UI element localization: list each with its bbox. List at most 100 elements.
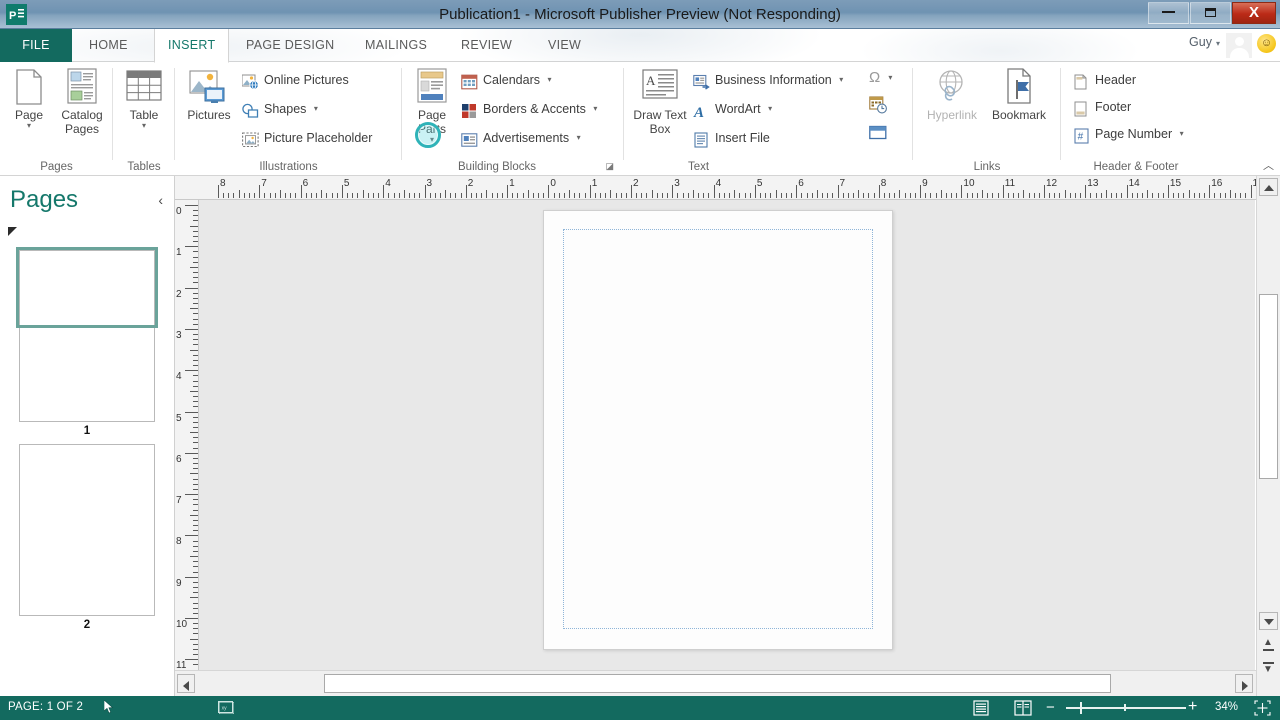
borders-accents-button[interactable]: Borders & Accents ▾ xyxy=(461,95,597,123)
page-indicator[interactable]: PAGE: 1 OF 2 xyxy=(8,701,83,713)
single-page-view-button[interactable] xyxy=(970,699,992,717)
calendars-button[interactable]: Calendars ▾ xyxy=(461,66,551,94)
account-name[interactable]: Guy▾ xyxy=(1189,35,1220,49)
scroll-down-button[interactable] xyxy=(1259,612,1278,630)
bookmark-button[interactable]: Bookmark xyxy=(984,66,1054,122)
zoom-in-button[interactable]: + xyxy=(1188,699,1197,715)
chevron-down-icon: ▾ xyxy=(404,136,460,144)
previous-page-button[interactable]: ▲ xyxy=(1263,638,1274,651)
insert-file-button[interactable]: Insert File xyxy=(693,124,770,152)
ruler-minor-tick xyxy=(233,193,234,198)
calendars-label: Calendars xyxy=(483,73,540,87)
ruler-tick xyxy=(1003,185,1004,198)
ruler-minor-tick xyxy=(347,193,348,198)
vertical-scroll-thumb[interactable] xyxy=(1259,294,1278,479)
two-page-spread-view-button[interactable] xyxy=(1012,699,1034,717)
ruler-label: 9 xyxy=(922,179,928,189)
zoom-level-label[interactable]: 34% xyxy=(1215,701,1238,713)
ruler-minor-tick xyxy=(1008,193,1009,198)
horizontal-scroll-thumb[interactable] xyxy=(324,674,1111,693)
tab-file[interactable]: FILE xyxy=(0,29,72,62)
ruler-minor-tick xyxy=(190,556,198,557)
header-button[interactable]: Header xyxy=(1073,66,1136,94)
collapse-pages-panel-button[interactable]: ‹ xyxy=(158,192,163,208)
tab-mailings[interactable]: MAILINGS xyxy=(352,29,440,62)
ruler-minor-tick xyxy=(193,633,198,634)
table-button-label: Table xyxy=(117,108,171,122)
ruler-minor-tick xyxy=(528,190,529,198)
tab-home[interactable]: HOME xyxy=(76,29,141,62)
chevron-down-icon: ▾ xyxy=(593,104,597,113)
ruler-minor-tick xyxy=(409,193,410,198)
ruler-minor-tick xyxy=(311,193,312,198)
scroll-left-button[interactable] xyxy=(177,674,195,693)
page-sheet[interactable] xyxy=(543,210,893,650)
fit-page-button[interactable] xyxy=(1254,700,1271,719)
group-label-text: Text xyxy=(554,161,843,173)
collapse-ribbon-button[interactable]: ︿ xyxy=(1263,157,1274,173)
zoom-slider-track[interactable] xyxy=(1066,707,1186,709)
footer-button[interactable]: Footer xyxy=(1073,93,1131,121)
online-pictures-button[interactable]: Online Pictures xyxy=(242,66,349,94)
ruler-minor-tick xyxy=(579,193,580,198)
shapes-button[interactable]: Shapes ▾ xyxy=(242,95,318,123)
catalog-pages-button[interactable]: Catalog Pages xyxy=(55,66,109,136)
object-button[interactable] xyxy=(869,120,897,148)
ruler-minor-tick xyxy=(193,406,198,407)
chevron-left-icon xyxy=(183,681,189,691)
feedback-smiley-icon[interactable]: ☺ xyxy=(1257,34,1276,53)
symbol-button[interactable]: Ω ▾ xyxy=(869,64,903,92)
scroll-up-button[interactable] xyxy=(1259,178,1278,196)
ruler-minor-tick xyxy=(998,193,999,198)
maximize-button[interactable] xyxy=(1190,2,1231,24)
document-canvas[interactable] xyxy=(199,200,1255,670)
vertical-scrollbar[interactable]: ▲ ▼ xyxy=(1256,176,1280,696)
draw-text-box-button[interactable]: A Draw Text Box xyxy=(629,66,691,136)
hyperlink-button[interactable]: Hyperlink xyxy=(919,66,985,122)
tab-view[interactable]: VIEW xyxy=(535,29,594,62)
page-parts-button[interactable]: Page Parts ▾ xyxy=(404,66,460,144)
next-page-button[interactable]: ▼ xyxy=(1263,662,1274,675)
section-expander-icon[interactable] xyxy=(8,227,17,236)
ruler-minor-tick xyxy=(1034,193,1035,198)
ruler-label: 1 xyxy=(509,179,515,189)
tab-insert[interactable]: INSERT xyxy=(154,29,229,63)
ruler-minor-tick xyxy=(765,193,766,198)
pages-panel: Pages ‹ 1 2 xyxy=(0,176,175,696)
zoom-out-button[interactable]: − xyxy=(1046,700,1055,715)
minimize-button[interactable] xyxy=(1148,2,1189,24)
table-button[interactable]: Table ▾ xyxy=(117,66,171,130)
page-button[interactable]: Page ▾ xyxy=(2,66,56,130)
ruler-label: 3 xyxy=(674,179,680,189)
ruler-minor-tick xyxy=(745,193,746,198)
page-thumbnail-1[interactable]: 1 xyxy=(19,250,155,325)
tab-review[interactable]: REVIEW xyxy=(448,29,525,62)
business-information-button[interactable]: Business Information ▾ xyxy=(693,66,843,94)
ruler-minor-tick xyxy=(193,277,198,278)
pictures-icon xyxy=(177,66,241,108)
horizontal-scrollbar[interactable] xyxy=(175,670,1256,696)
borders-accents-icon xyxy=(461,101,478,117)
picture-placeholder-button[interactable]: Picture Placeholder xyxy=(242,124,372,152)
ruler-label: 2 xyxy=(468,179,474,189)
ruler-minor-tick xyxy=(734,190,735,198)
ruler-minor-tick xyxy=(326,193,327,198)
zoom-slider-handle[interactable] xyxy=(1080,702,1082,714)
date-time-button[interactable] xyxy=(869,92,897,120)
ruler-minor-tick xyxy=(719,193,720,198)
ruler-tick xyxy=(218,185,219,198)
scroll-right-button[interactable] xyxy=(1235,674,1253,693)
wordart-button[interactable]: A WordArt ▾ xyxy=(693,95,772,123)
ruler-minor-tick xyxy=(190,473,198,474)
horizontal-ruler[interactable]: 8765432101234567891011121314151617 xyxy=(175,176,1280,200)
close-button[interactable]: X xyxy=(1232,2,1276,24)
avatar[interactable] xyxy=(1226,33,1252,58)
page-thumbnail-2[interactable]: 2 xyxy=(19,444,155,616)
tab-page-design[interactable]: PAGE DESIGN xyxy=(233,29,348,62)
vertical-ruler[interactable]: 01234567891011 xyxy=(175,200,199,670)
advertisements-button[interactable]: Advertisements ▾ xyxy=(461,124,581,152)
ruler-minor-tick xyxy=(1158,193,1159,198)
ruler-minor-tick xyxy=(703,193,704,198)
page-number-button[interactable]: # Page Number ▾ xyxy=(1073,120,1184,148)
pictures-button[interactable]: Pictures xyxy=(177,66,241,122)
